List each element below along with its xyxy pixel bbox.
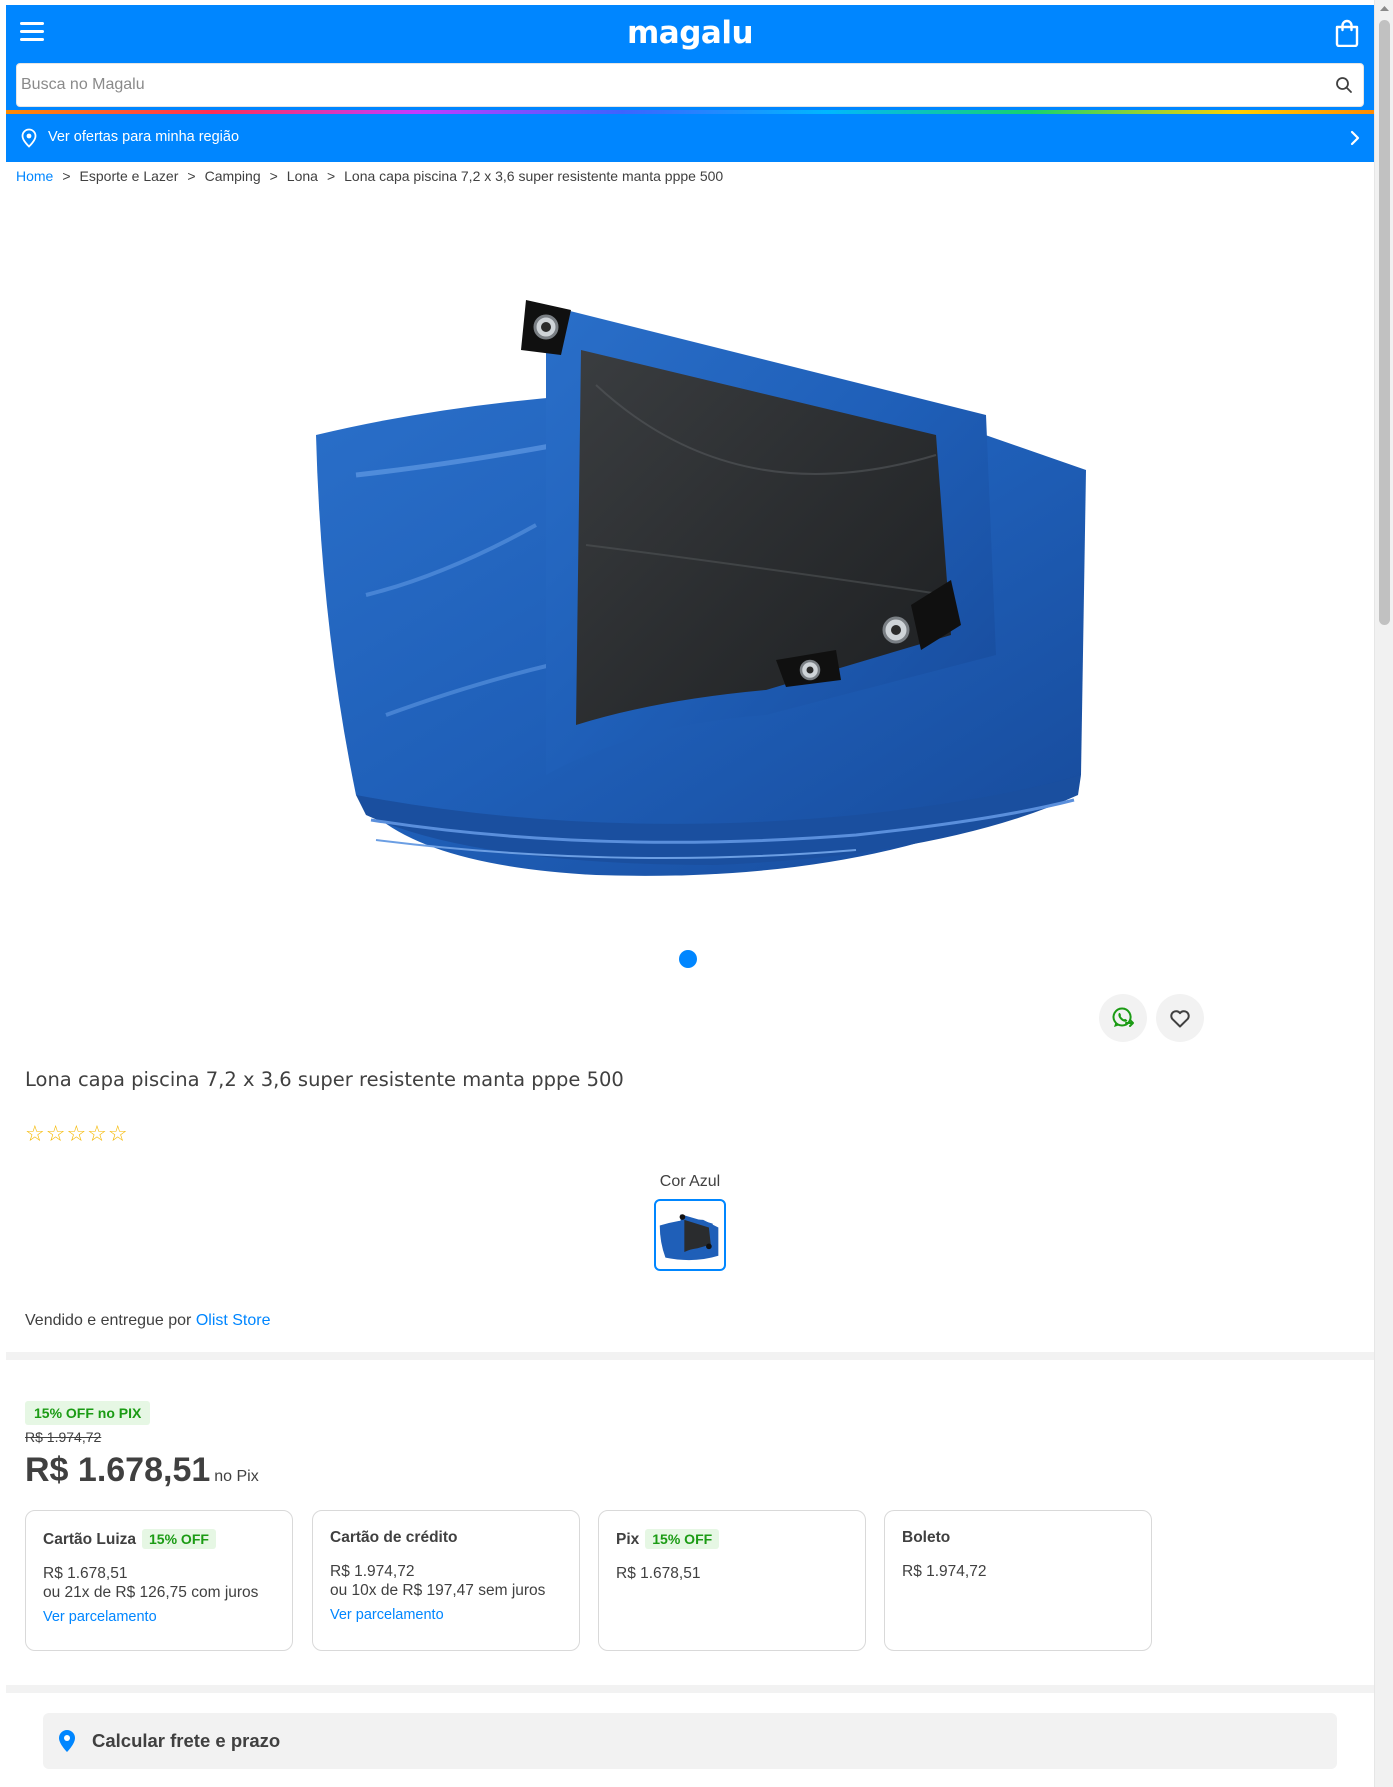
breadcrumb-separator: > [326,168,336,184]
scrollbar-thumb[interactable] [1379,20,1390,625]
color-label: Cor Azul [659,1173,721,1190]
breadcrumb-home[interactable]: Home [16,168,53,184]
shopping-bag-button[interactable] [1334,19,1360,48]
favorite-button[interactable] [1156,994,1204,1042]
product-page: magalu Ver ofertas para minha região Hom… [6,5,1374,1787]
payment-option-pix: Pix 15% OFF R$ 1.678,51 [598,1510,866,1651]
magalu-logo[interactable]: magalu [6,15,1374,51]
current-price: R$ 1.678,51 no Pix [25,1451,259,1490]
payment-option-title: Cartão de crédito [330,1529,458,1546]
payment-option-title: Pix [616,1531,640,1548]
product-title: Lona capa piscina 7,2 x 3,6 super resist… [25,1068,624,1091]
payment-option-installments: ou 10x de R$ 197,47 sem juros [330,1582,546,1599]
seller-info: Vendido e entregue por Olist Store [25,1312,271,1330]
whatsapp-share-button[interactable] [1099,994,1147,1042]
location-pin-icon [59,1730,75,1752]
whatsapp-share-icon [1112,1007,1134,1027]
calculate-shipping-button[interactable]: Calcular frete e prazo [43,1713,1337,1769]
payment-option-installments: ou 21x de R$ 126,75 com juros [43,1584,259,1601]
payment-option-price: R$ 1.678,51 [616,1565,701,1582]
carousel-dot-active[interactable] [679,950,697,968]
payment-option-title: Cartão Luiza [43,1531,137,1548]
installments-link[interactable]: Ver parcelamento [43,1609,275,1625]
payment-option-price: R$ 1.678,51 [43,1565,128,1582]
breadcrumb-separator: > [62,168,71,184]
breadcrumb-current-product: Lona capa piscina 7,2 x 3,6 super resist… [344,168,724,184]
payment-option-discount-badge: 15% OFF [142,1529,216,1549]
calculate-shipping-label: Calcular frete e prazo [92,1730,281,1751]
search-input[interactable] [17,64,1317,106]
region-offers-bar[interactable]: Ver ofertas para minha região [6,114,1374,162]
region-offers-label: Ver ofertas para minha região [48,129,240,145]
page-scrollbar[interactable] [1374,0,1393,1787]
price-value: R$ 1.678,51 [25,1451,211,1489]
breadcrumb-separator: > [269,168,278,184]
location-pin-icon [21,128,37,148]
price-suffix: no Pix [214,1468,259,1485]
breadcrumb: Home > Esporte e Lazer > Camping > Lona > Lona c… [16,168,723,184]
breadcrumb-esporte-e-lazer[interactable]: Esporte e Lazer [80,168,179,184]
old-price: R$ 1.974,72 [25,1429,102,1445]
pix-discount-badge: 15% OFF no PIX [25,1401,151,1425]
product-image[interactable] [296,295,1086,895]
seller-prefix: Vendido e entregue por [25,1312,192,1329]
section-divider [6,1352,1374,1360]
payment-option-title: Boleto [902,1529,951,1546]
chevron-right-icon [1350,130,1360,146]
seller-link[interactable]: Olist Store [196,1312,271,1329]
payment-option-price: R$ 1.974,72 [902,1563,987,1580]
scroll-up-arrow-icon[interactable] [1375,0,1393,17]
color-swatch-azul[interactable] [654,1199,726,1271]
payment-option-price: R$ 1.974,72 [330,1563,415,1580]
breadcrumb-camping[interactable]: Camping [205,168,261,184]
header: magalu [6,5,1374,110]
breadcrumb-separator: > [187,168,196,184]
installments-link[interactable]: Ver parcelamento [330,1607,562,1623]
search-bar [16,63,1364,107]
payment-option-boleto: Boleto R$ 1.974,72 [884,1510,1152,1651]
search-icon[interactable] [1335,76,1353,94]
payment-option-discount-badge: 15% OFF [645,1529,720,1549]
breadcrumb-lona[interactable]: Lona [287,168,318,184]
payment-option-cartao-luiza: Cartão Luiza 15% OFF R$ 1.678,51 ou 21x d… [25,1510,293,1651]
shopping-bag-icon [1335,19,1359,48]
color-swatch-thumbnail [659,1214,719,1261]
payment-option-cartao-de-credito: Cartão de crédito R$ 1.974,72 ou 10x de … [312,1510,580,1651]
heart-icon [1170,1010,1190,1028]
section-divider [6,1685,1374,1693]
rating-stars[interactable]: ☆☆☆☆☆ [25,1121,129,1147]
